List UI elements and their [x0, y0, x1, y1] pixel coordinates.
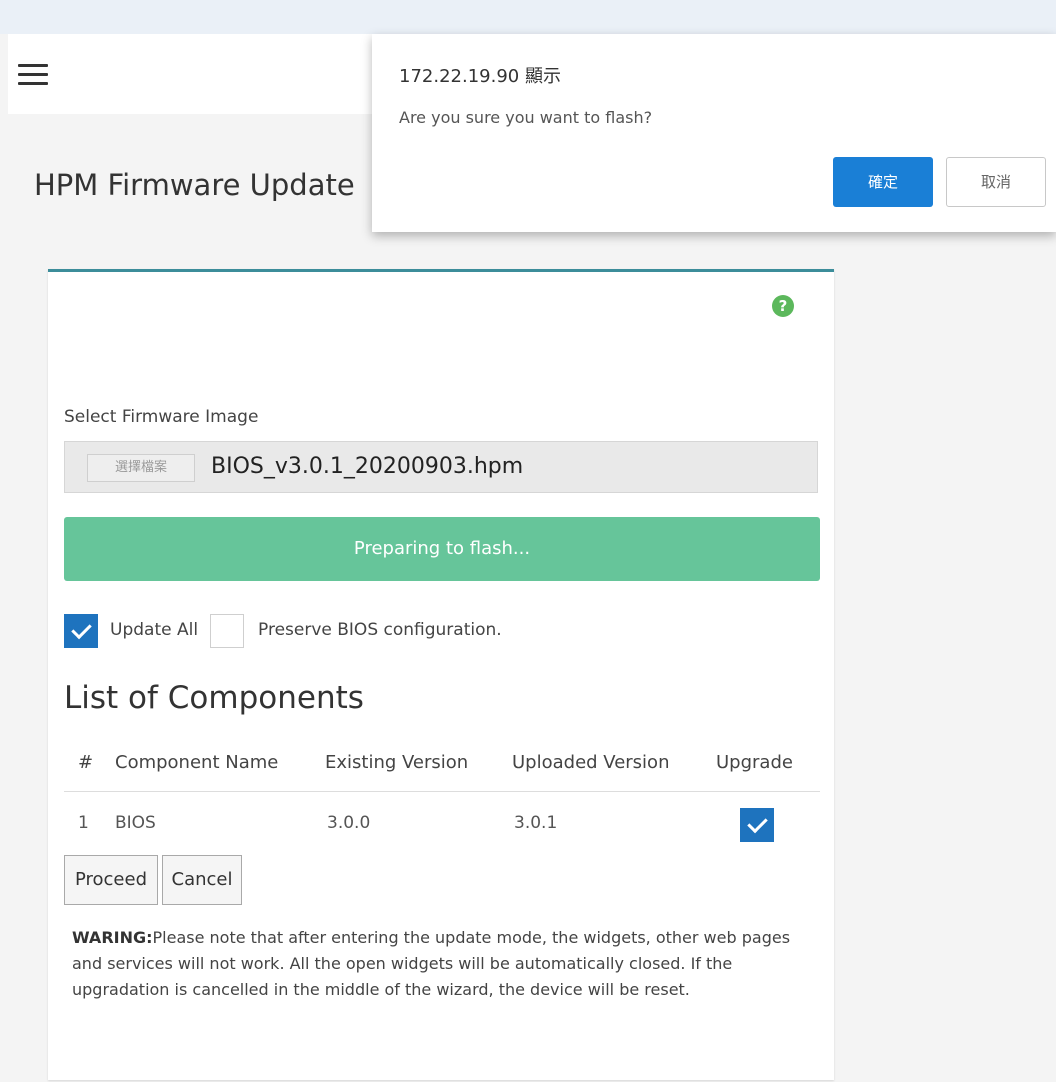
flash-status-button[interactable]: Preparing to flash...	[64, 517, 820, 581]
warning-message: WARING:Please note that after entering t…	[72, 925, 824, 1003]
column-header-upgrade: Upgrade	[716, 752, 793, 773]
dialog-title: 172.22.19.90 顯示	[399, 66, 561, 87]
select-firmware-label: Select Firmware Image	[64, 407, 259, 427]
selected-file-name: BIOS_v3.0.1_20200903.hpm	[211, 454, 524, 479]
column-header-index: #	[78, 752, 94, 773]
file-input[interactable]: 選擇檔案 BIOS_v3.0.1_20200903.hpm	[64, 441, 818, 493]
preserve-bios-label: Preserve BIOS configuration.	[258, 620, 502, 640]
page-title: HPM Firmware Update	[34, 168, 355, 202]
confirm-dialog: 172.22.19.90 顯示 Are you sure you want to…	[372, 34, 1056, 232]
list-of-components-heading: List of Components	[64, 680, 364, 716]
dialog-ok-button[interactable]: 確定	[833, 157, 933, 207]
update-all-label: Update All	[110, 620, 199, 640]
dialog-cancel-button[interactable]: 取消	[946, 157, 1046, 207]
column-header-existing-version: Existing Version	[325, 752, 469, 773]
column-header-component-name: Component Name	[115, 752, 279, 773]
row-existing-version: 3.0.0	[327, 813, 371, 833]
choose-file-button[interactable]: 選擇檔案	[87, 454, 195, 482]
row-uploaded-version: 3.0.1	[514, 813, 558, 833]
table-header-divider	[64, 791, 820, 792]
warning-prefix: WARING:	[72, 928, 153, 947]
cancel-button[interactable]: Cancel	[162, 855, 242, 905]
warning-text: Please note that after entering the upda…	[72, 928, 791, 999]
row-index: 1	[78, 813, 89, 833]
dialog-message: Are you sure you want to flash?	[399, 108, 653, 127]
upgrade-checkbox[interactable]	[740, 808, 774, 842]
preserve-bios-checkbox[interactable]	[210, 614, 244, 648]
question-circle-icon[interactable]: ?	[772, 295, 794, 317]
browser-top-strip	[0, 0, 1056, 34]
firmware-update-panel: ? Select Firmware Image 選擇檔案 BIOS_v3.0.1…	[48, 269, 834, 1080]
update-all-checkbox[interactable]	[64, 614, 98, 648]
column-header-uploaded-version: Uploaded Version	[512, 752, 670, 773]
row-component-name: BIOS	[115, 813, 156, 833]
hamburger-menu-icon[interactable]	[18, 64, 48, 86]
proceed-button[interactable]: Proceed	[64, 855, 158, 905]
